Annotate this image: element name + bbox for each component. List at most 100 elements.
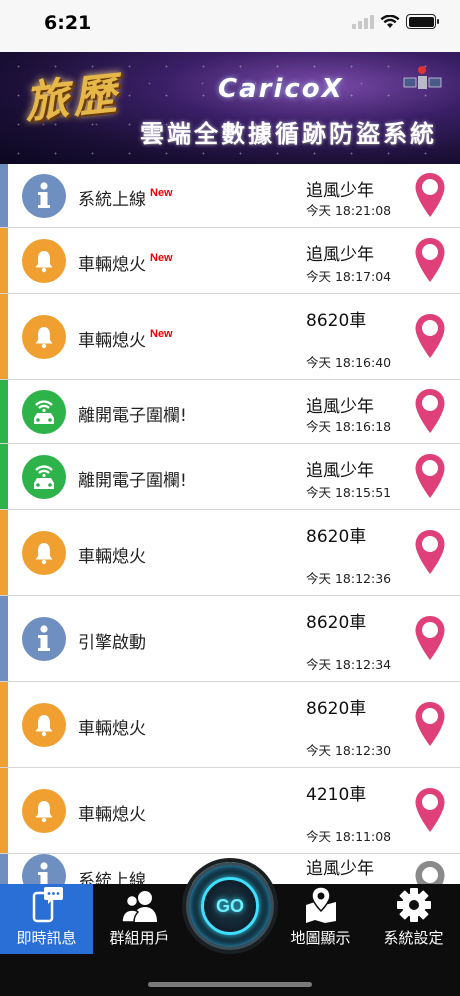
tab-messages[interactable]: 即時訊息 bbox=[0, 884, 93, 954]
tab-messages-label: 即時訊息 bbox=[16, 929, 77, 947]
cellular-signal-icon bbox=[352, 14, 374, 29]
event-label: 車輛熄火 bbox=[78, 719, 146, 739]
tab-settings[interactable]: 系統設定 bbox=[367, 884, 460, 954]
map-pin-icon[interactable] bbox=[414, 701, 446, 747]
event-row[interactable]: 引擎啟動 8620車 今天 18:12:34 bbox=[0, 596, 460, 682]
event-type-bar bbox=[0, 682, 8, 767]
car-signal-icon bbox=[34, 465, 54, 489]
map-pin-icon[interactable] bbox=[414, 529, 446, 575]
event-time: 今天 18:15:51 bbox=[306, 485, 392, 500]
car-signal-icon bbox=[34, 400, 54, 424]
tab-map[interactable]: 地圖顯示 bbox=[274, 884, 367, 954]
event-row[interactable]: 車輛熄火 New 8620車 今天 18:16:40 bbox=[0, 294, 460, 380]
event-list[interactable]: 系統上線 New 追風少年 今天 18:21:08 車輛熄火 New 追風少年 今天… bbox=[0, 164, 460, 884]
info-icon bbox=[38, 625, 50, 651]
bell-icon bbox=[35, 251, 53, 273]
event-time: 今天 18:12:34 bbox=[306, 657, 392, 672]
battery-icon bbox=[406, 14, 439, 29]
map-pin-icon[interactable] bbox=[414, 388, 446, 434]
users-icon bbox=[120, 891, 157, 923]
event-type-bar bbox=[0, 380, 8, 443]
bell-icon bbox=[35, 327, 53, 349]
gear-icon bbox=[396, 888, 431, 922]
event-type-bar bbox=[0, 510, 8, 595]
vehicle-name: 追風少年 bbox=[306, 461, 374, 481]
vehicle-name: 4210車 bbox=[306, 785, 367, 805]
go-button[interactable]: GO bbox=[186, 862, 274, 950]
map-pin-icon[interactable] bbox=[414, 615, 446, 661]
event-type-icon bbox=[22, 854, 66, 884]
banner-logo: 旅歷 bbox=[22, 68, 123, 129]
event-row[interactable]: 車輛熄火 8620車 今天 18:12:30 bbox=[0, 682, 460, 768]
banner-brand: CaricoX bbox=[218, 74, 344, 104]
event-label: 車輛熄火 bbox=[78, 547, 146, 567]
event-type-icon bbox=[22, 789, 66, 833]
event-row[interactable]: 車輛熄火 8620車 今天 18:12:36 bbox=[0, 510, 460, 596]
event-label: 離開電子圍欄! bbox=[78, 471, 187, 491]
vehicle-name: 追風少年 bbox=[306, 397, 374, 417]
event-type-icon bbox=[22, 531, 66, 575]
event-type-icon bbox=[22, 703, 66, 747]
event-time: 今天 18:11:08 bbox=[306, 829, 392, 844]
tab-bar: 即時訊息 群組用戶 GO 地圖顯示 系統設定 bbox=[0, 862, 460, 996]
chat-phone-icon bbox=[32, 887, 63, 923]
vehicle-name: 追風少年 bbox=[306, 245, 374, 265]
event-type-bar bbox=[0, 596, 8, 681]
event-time: 今天 18:16:18 bbox=[306, 419, 392, 434]
map-pin-icon[interactable] bbox=[414, 237, 446, 283]
vehicle-name: 8620車 bbox=[306, 311, 367, 331]
event-label: 車輛熄火 New bbox=[78, 328, 173, 351]
event-label: 系統上線 New bbox=[78, 187, 173, 210]
event-row[interactable]: 離開電子圍欄! 追風少年 今天 18:15:51 bbox=[0, 444, 460, 510]
event-label: 車輛熄火 bbox=[78, 805, 146, 825]
event-row[interactable]: 離開電子圍欄! 追風少年 今天 18:16:18 bbox=[0, 380, 460, 444]
new-badge: New bbox=[150, 187, 173, 199]
event-type-icon bbox=[22, 174, 66, 218]
status-icons bbox=[352, 14, 439, 29]
map-pin-icon[interactable] bbox=[414, 860, 446, 884]
bell-icon bbox=[35, 543, 53, 565]
map-pin-icon[interactable] bbox=[414, 313, 446, 359]
event-type-bar bbox=[0, 228, 8, 293]
event-type-icon bbox=[22, 315, 66, 359]
event-label: 引擎啟動 bbox=[78, 633, 146, 653]
tab-settings-label: 系統設定 bbox=[383, 929, 444, 947]
event-type-icon bbox=[22, 455, 66, 499]
bell-icon bbox=[35, 801, 53, 823]
event-time: 今天 18:21:08 bbox=[306, 203, 392, 218]
event-label: 離開電子圍欄! bbox=[78, 406, 187, 426]
tab-map-label: 地圖顯示 bbox=[290, 929, 351, 947]
tab-group-users-label: 群組用戶 bbox=[109, 929, 170, 947]
vehicle-name: 8620車 bbox=[306, 699, 367, 719]
event-time: 今天 18:12:30 bbox=[306, 743, 392, 758]
map-pin-icon[interactable] bbox=[414, 172, 446, 218]
banner-subtitle: 雲端全數據循跡防盜系統 bbox=[140, 120, 437, 148]
event-type-bar bbox=[0, 164, 8, 227]
event-type-bar bbox=[0, 294, 8, 379]
info-icon bbox=[38, 862, 48, 884]
event-type-bar bbox=[0, 768, 8, 853]
header-banner: 旅歷 CaricoX 雲端全數據循跡防盜系統 bbox=[0, 52, 460, 164]
status-time: 6:21 bbox=[44, 12, 92, 34]
vehicle-name: 8620車 bbox=[306, 527, 367, 547]
tab-group-users[interactable]: 群組用戶 bbox=[93, 884, 186, 954]
wifi-icon bbox=[380, 14, 400, 28]
event-type-icon bbox=[22, 239, 66, 283]
event-time: 今天 18:12:36 bbox=[306, 571, 392, 586]
event-row[interactable]: 系統上線 New 追風少年 今天 18:21:08 bbox=[0, 164, 460, 228]
event-time: 今天 18:17:04 bbox=[306, 269, 392, 284]
vehicle-name: 追風少年 bbox=[306, 859, 374, 879]
map-pin-icon[interactable] bbox=[414, 453, 446, 499]
event-row[interactable]: 車輛熄火 4210車 今天 18:11:08 bbox=[0, 768, 460, 854]
event-type-bar bbox=[0, 854, 8, 884]
event-type-icon bbox=[22, 390, 66, 434]
home-indicator bbox=[148, 982, 312, 987]
status-bar: 6:21 bbox=[0, 0, 460, 52]
go-button-label: GO bbox=[215, 895, 244, 916]
bell-icon bbox=[35, 715, 53, 737]
event-row[interactable]: 車輛熄火 New 追風少年 今天 18:17:04 bbox=[0, 228, 460, 294]
event-type-icon bbox=[22, 617, 66, 661]
event-time: 今天 18:16:40 bbox=[306, 355, 392, 370]
map-pin-icon[interactable] bbox=[414, 787, 446, 833]
event-label: 車輛熄火 New bbox=[78, 252, 173, 275]
